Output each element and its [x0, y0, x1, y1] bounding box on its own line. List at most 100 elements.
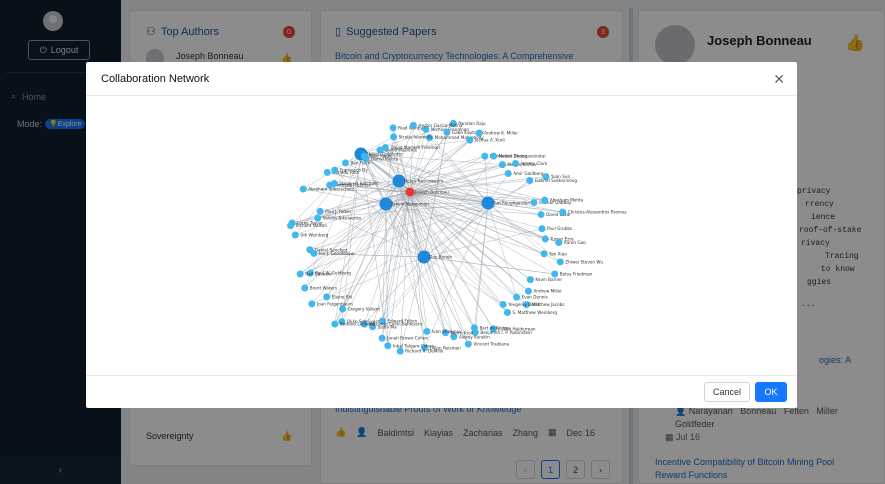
network-node-dot[interactable]	[396, 347, 404, 355]
network-node[interactable]: Neil Daswani	[296, 270, 333, 278]
network-node[interactable]: Elaine Shi	[323, 293, 352, 301]
network-node-dot[interactable]	[296, 270, 304, 278]
network-node[interactable]: Yevgeniy Dodis	[499, 300, 540, 308]
network-graph[interactable]: Michael FreedmanMohammad MahmoodyGabe Ka…	[86, 96, 797, 376]
network-node[interactable]: Yan Xiao	[540, 250, 568, 258]
collaboration-network-modal: Collaboration Network ✕ Michael Freedman…	[86, 62, 797, 408]
network-node[interactable]: Aaron Gao	[555, 239, 586, 247]
network-node[interactable]: Paul Grubbs	[538, 225, 573, 233]
network-node[interactable]: S. Matthew Weinberg	[503, 308, 557, 316]
network-node[interactable]: Tim Roughgarden	[481, 196, 531, 210]
network-node-dot[interactable]	[541, 235, 549, 243]
network-node-dot[interactable]	[331, 166, 339, 174]
network-node[interactable]: Zhiwei Steven Wu	[556, 258, 604, 266]
network-node-dot[interactable]	[540, 250, 548, 258]
network-node-label: Yevgeniy Dodis	[507, 302, 540, 307]
network-node-dot[interactable]	[513, 293, 521, 301]
network-node[interactable]: Richard A. DeMillo	[396, 347, 444, 355]
network-node[interactable]: Francesco Dy	[331, 166, 368, 174]
network-node-dot[interactable]	[331, 320, 339, 328]
network-node[interactable]: Vincent Toubiana	[464, 340, 510, 348]
network-node[interactable]: Jonah Brown-Cohen	[378, 334, 429, 342]
network-node-dot[interactable]	[310, 249, 318, 257]
network-node-dot[interactable]	[526, 276, 534, 284]
network-node[interactable]: Mathis Baden	[490, 152, 528, 160]
network-node-dot[interactable]	[555, 239, 563, 247]
cancel-button[interactable]: Cancel	[704, 382, 750, 402]
network-node-dot[interactable]	[316, 207, 324, 215]
network-node-dot[interactable]	[323, 168, 331, 176]
network-node-dot[interactable]	[464, 340, 472, 348]
network-node-dot[interactable]	[530, 199, 538, 207]
network-node[interactable]: Stefano Leonardi	[331, 320, 375, 328]
network-node-dot[interactable]	[537, 211, 545, 219]
network-node-dot[interactable]	[341, 159, 349, 167]
network-node-dot[interactable]	[405, 187, 415, 197]
network-node-label: Mathis Baden	[499, 154, 528, 159]
network-node[interactable]: Christos-Alexandros Psomas	[559, 208, 627, 216]
network-node[interactable]: Joshua A. Kroll	[466, 136, 505, 144]
network-node-dot[interactable]	[299, 185, 307, 193]
network-node[interactable]: Hector Garcia-Molina	[409, 121, 463, 129]
network-node-dot[interactable]	[443, 128, 451, 136]
network-node-dot[interactable]	[541, 196, 549, 204]
network-node-label: Tim Roughgarden	[492, 201, 530, 206]
network-node-dot[interactable]	[291, 231, 299, 239]
network-node-dot[interactable]	[330, 180, 338, 188]
network-node-dot[interactable]	[362, 155, 370, 163]
network-node-dot[interactable]	[466, 136, 474, 144]
network-node-label: Dan Boneh	[429, 255, 452, 260]
network-node-dot[interactable]	[512, 159, 520, 167]
network-node[interactable]: Gabriel Sukkarinovg	[526, 176, 577, 184]
ok-button[interactable]: OK	[755, 382, 787, 402]
network-node-dot[interactable]	[323, 293, 331, 301]
network-node[interactable]: Joan Feigenbaum	[308, 300, 353, 308]
network-node-label: Evan Dennis	[522, 295, 548, 300]
network-node[interactable]: Ivan Shalunov	[423, 327, 462, 335]
network-node-label: Brent Waters	[310, 286, 337, 291]
network-node-label: Amir Goldberg	[513, 171, 544, 176]
network-node[interactable]: Inbal Talgam-Cohen	[384, 342, 435, 350]
network-node-dot[interactable]	[308, 300, 316, 308]
network-node[interactable]: Gregory Valiant	[339, 305, 380, 313]
network-node-dot[interactable]	[423, 327, 431, 335]
network-node-dot[interactable]	[556, 258, 564, 266]
network-node[interactable]: Evan Dennis	[513, 293, 548, 301]
network-node[interactable]: David Mandell Freeman	[381, 143, 440, 151]
network-node[interactable]: Dan Boneh	[417, 250, 453, 264]
network-node-dot[interactable]	[475, 129, 483, 137]
network-node[interactable]: Amir Goldberg	[504, 169, 544, 177]
network-node-dot[interactable]	[301, 284, 309, 292]
network-node[interactable]: Andrew Miller	[524, 287, 562, 295]
network-node-dot[interactable]	[524, 287, 532, 295]
network-node[interactable]: Udi Weinberg	[291, 231, 329, 239]
network-node-label: Paul J. Reber	[325, 209, 351, 214]
network-node[interactable]: Kevin Barner	[526, 276, 563, 284]
network-node-dot[interactable]	[409, 121, 417, 129]
network-node[interactable]: Brent Waters	[301, 284, 337, 292]
network-node-label: Yan Xiao	[548, 251, 567, 256]
network-node-dot[interactable]	[504, 169, 512, 177]
network-node-dot[interactable]	[384, 342, 392, 350]
network-node[interactable]: Darryl Mehta	[362, 155, 399, 163]
network-node-dot[interactable]	[339, 305, 347, 313]
network-node-dot[interactable]	[526, 176, 534, 184]
network-node-dot[interactable]	[288, 219, 296, 227]
network-node-dot[interactable]	[503, 308, 511, 316]
network-node-dot[interactable]	[498, 161, 506, 169]
network-node-label: Ian J. Goodfellow	[319, 251, 355, 256]
network-node-dot[interactable]	[499, 300, 507, 308]
network-node-dot[interactable]	[389, 124, 397, 132]
network-node[interactable]: Jeremy Clark	[512, 159, 548, 167]
network-node-dot[interactable]	[538, 225, 546, 233]
network-node-dot[interactable]	[381, 143, 389, 151]
network-node[interactable]: Stratis Ioannidis	[390, 133, 432, 141]
network-node-dot[interactable]	[481, 152, 489, 160]
close-icon[interactable]: ✕	[773, 71, 785, 88]
network-node-dot[interactable]	[490, 152, 498, 160]
network-node-dot[interactable]	[559, 208, 567, 216]
network-node[interactable]: Paul J. Reber	[316, 207, 352, 215]
network-node-dot[interactable]	[390, 133, 398, 141]
network-node-dot[interactable]	[378, 334, 386, 342]
network-node-dot[interactable]	[314, 214, 322, 222]
